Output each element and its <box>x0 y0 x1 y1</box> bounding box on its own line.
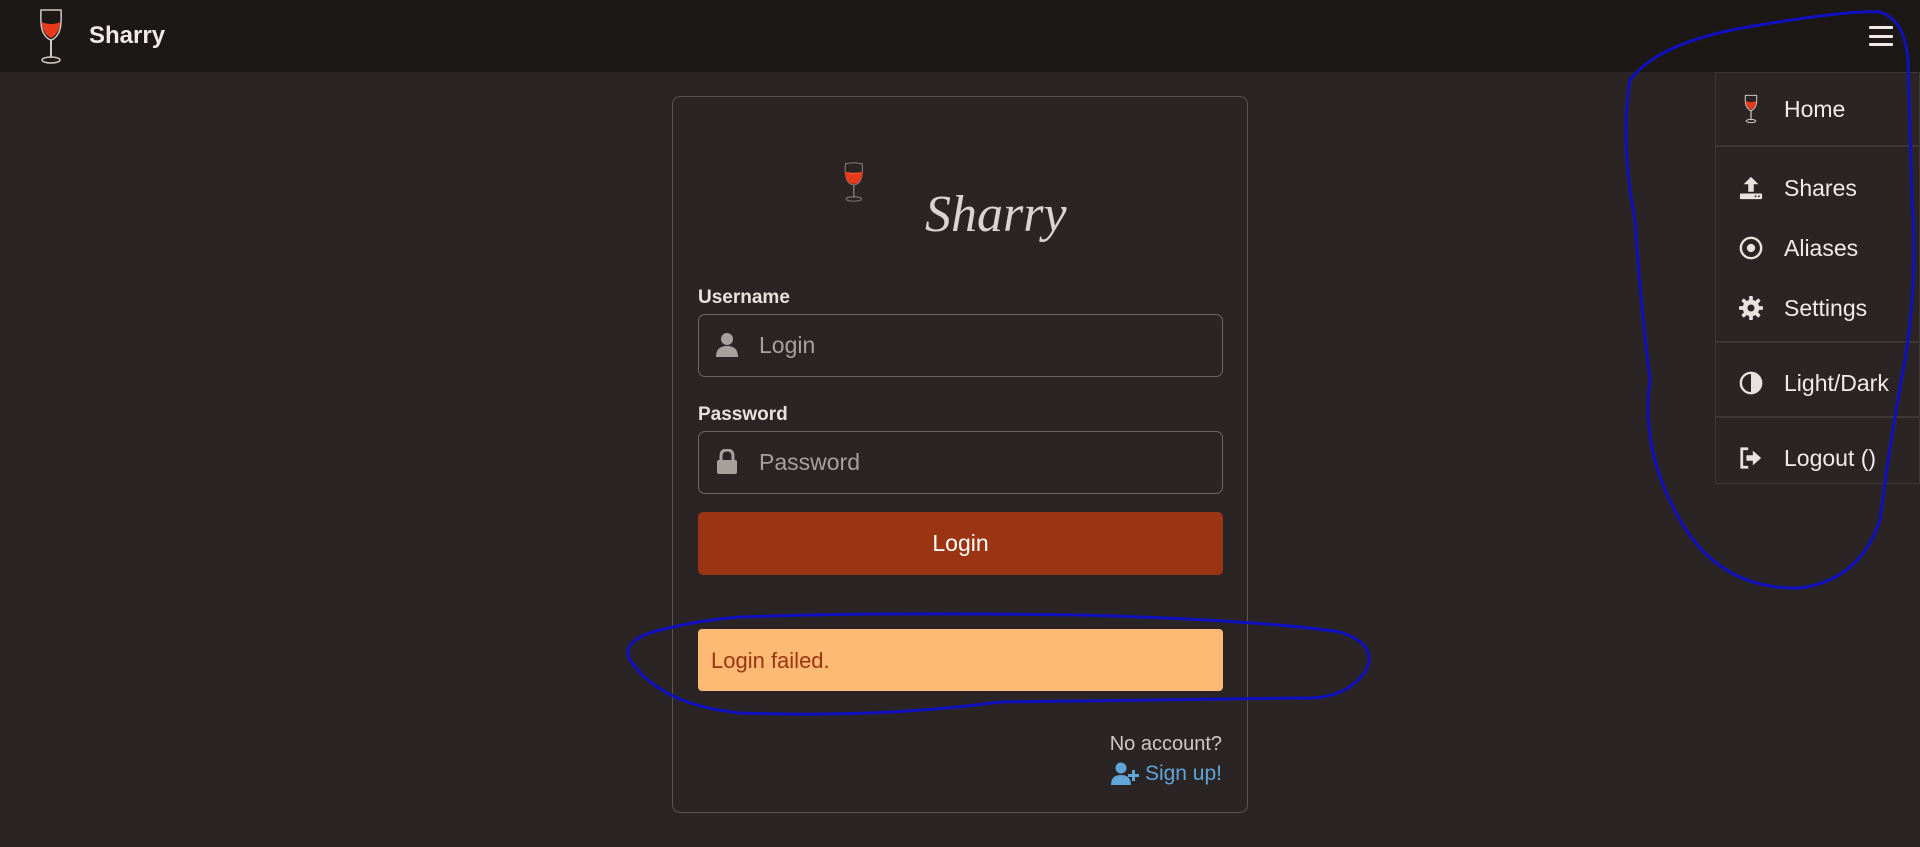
menu-label-settings: Settings <box>1784 294 1868 321</box>
top-navbar: Sharry <box>0 0 1920 72</box>
menu-label-shares: Shares <box>1784 174 1857 201</box>
wine-glass-icon[interactable] <box>35 8 67 64</box>
menu-divider <box>1716 416 1920 418</box>
user-plus-icon <box>1110 762 1139 785</box>
menu-label-home: Home <box>1784 95 1846 122</box>
gear-icon <box>1739 296 1763 320</box>
app-title[interactable]: Sharry <box>89 22 165 50</box>
password-label: Password <box>698 404 788 425</box>
menu-item-home[interactable]: Home <box>1716 83 1920 135</box>
wine-glass-icon <box>1744 94 1758 124</box>
menu-label-aliases: Aliases <box>1784 234 1859 261</box>
username-label: Username <box>698 287 790 308</box>
brand-logo-glass <box>844 162 863 202</box>
menu-label-logout: Logout () <box>1784 444 1877 471</box>
error-alert: Login failed. <box>698 629 1223 691</box>
menu-label-light-dark: Light/Dark <box>1784 369 1889 396</box>
menu-item-settings[interactable]: Settings <box>1716 282 1920 334</box>
signup-label: Sign up! <box>1144 762 1222 785</box>
menu-item-shares[interactable]: Shares <box>1716 162 1920 214</box>
menu-divider <box>1716 145 1920 147</box>
signup-link[interactable]: Sign up! <box>1110 762 1222 786</box>
menu-item-logout[interactable]: Logout () <box>1716 432 1920 484</box>
username-field[interactable] <box>698 314 1223 377</box>
lock-icon <box>717 449 737 474</box>
login-card: Sharry Username Password Login Login fai… <box>672 96 1248 813</box>
upload-icon <box>1739 176 1763 200</box>
no-account-text: No account? <box>1109 733 1222 755</box>
contrast-icon <box>1739 371 1763 395</box>
username-input[interactable] <box>759 315 1209 376</box>
user-icon <box>716 333 738 357</box>
menu-divider <box>1716 341 1920 343</box>
nav-dropdown-menu: Home Shares Aliases Settings Light/Dark … <box>1715 72 1920 484</box>
sign-out-icon <box>1740 447 1762 469</box>
dot-circle-icon <box>1739 236 1763 260</box>
password-field[interactable] <box>698 431 1223 494</box>
brand-text: Sharry <box>925 186 1067 243</box>
password-input[interactable] <box>759 432 1209 493</box>
hamburger-icon[interactable] <box>1869 24 1893 48</box>
menu-item-aliases[interactable]: Aliases <box>1716 222 1920 274</box>
login-button[interactable]: Login <box>698 512 1223 575</box>
menu-item-light-dark[interactable]: Light/Dark <box>1716 357 1920 409</box>
